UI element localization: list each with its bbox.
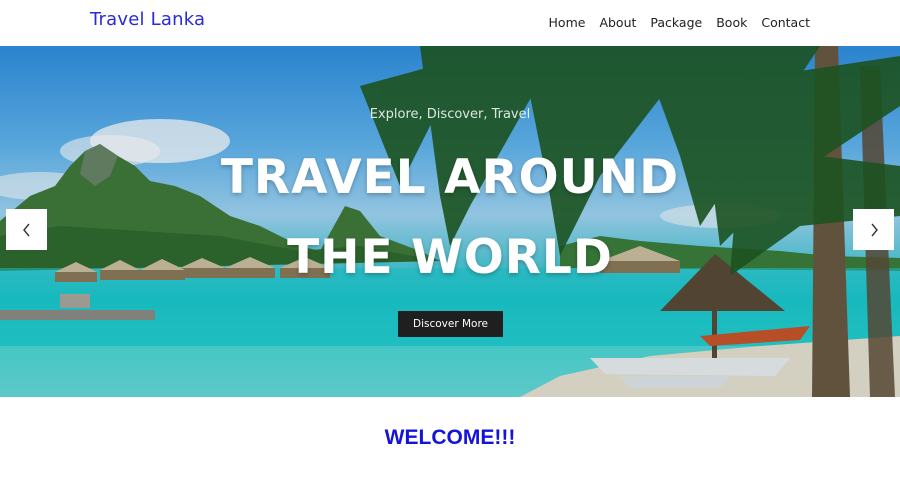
hero-tagline: Explore, Discover, Travel [369,107,531,122]
nav-package[interactable]: Package [650,15,702,30]
nav-contact[interactable]: Contact [761,15,810,30]
hero-headline-line1: TRAVEL AROUND [220,150,680,205]
navbar: Travel Lanka Home About Package Book Con… [0,0,900,46]
nav-book[interactable]: Book [716,15,747,30]
carousel-next-button[interactable] [853,209,894,250]
chevron-left-icon [22,223,30,236]
discover-more-button[interactable]: Discover More [398,311,503,337]
hero-headline-line2: THE WORLD [287,230,613,285]
brand-logo[interactable]: Travel Lanka [90,9,205,30]
hero-overlay [0,46,900,397]
nav-home[interactable]: Home [549,15,586,30]
nav-menu: Home About Package Book Contact [549,12,810,31]
welcome-heading: WELCOME!!! [384,426,516,449]
nav-about[interactable]: About [599,15,636,30]
carousel-prev-button[interactable] [6,209,47,250]
hero-carousel: Explore, Discover, Travel TRAVEL AROUND … [0,46,900,397]
chevron-right-icon [870,223,878,236]
